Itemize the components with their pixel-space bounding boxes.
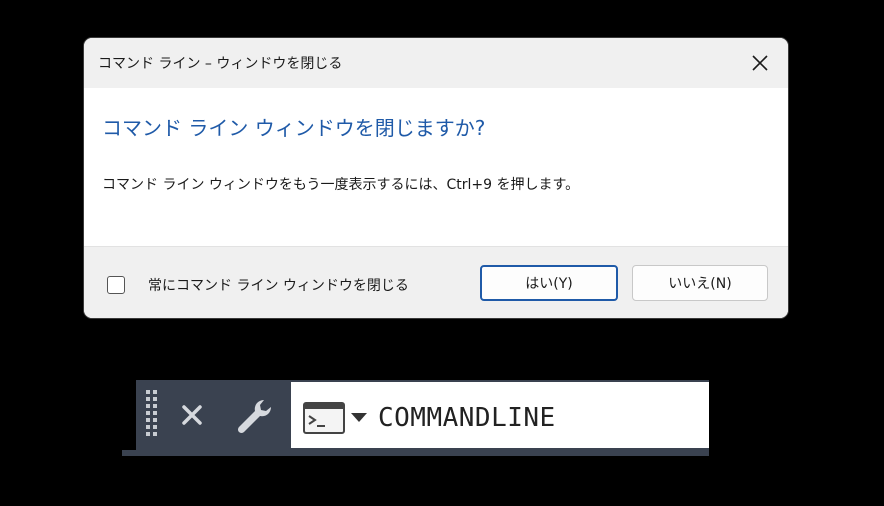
- dialog-heading: コマンド ライン ウィンドウを閉じますか?: [102, 116, 486, 140]
- always-close-checkbox-label[interactable]: 常にコマンド ライン ウィンドウを閉じる: [148, 275, 409, 295]
- grip-icon[interactable]: [146, 390, 160, 438]
- chevron-down-icon[interactable]: [351, 413, 367, 422]
- close-commandline-dialog: コマンド ライン – ウィンドウを閉じる コマンド ライン ウィンドウを閉じます…: [84, 38, 788, 318]
- dialog-title: コマンド ライン – ウィンドウを閉じる: [98, 56, 343, 72]
- close-icon: [752, 55, 768, 71]
- screen: コマンド ライン – ウィンドウを閉じる コマンド ライン ウィンドウを閉じます…: [0, 0, 884, 506]
- dialog-body-text: コマンド ライン ウィンドウをもう一度表示するには、Ctrl+9 を押します。: [102, 177, 580, 193]
- commandline-underline: [122, 450, 709, 456]
- no-button[interactable]: いいえ(N): [632, 265, 768, 301]
- yes-button[interactable]: はい(Y): [480, 265, 618, 301]
- dialog-close-button[interactable]: [740, 47, 780, 79]
- customize-button[interactable]: [232, 396, 276, 436]
- command-input[interactable]: COMMANDLINE: [291, 382, 709, 448]
- close-icon: [182, 405, 202, 425]
- dialog-titlebar: コマンド ライン – ウィンドウを閉じる: [84, 38, 788, 88]
- commandline-close-button[interactable]: [176, 399, 208, 431]
- wrench-icon: [237, 399, 272, 434]
- always-close-checkbox[interactable]: [107, 276, 125, 294]
- terminal-icon[interactable]: [303, 402, 345, 434]
- commandline-bar: COMMANDLINE: [136, 380, 709, 450]
- command-text: COMMANDLINE: [378, 403, 556, 433]
- dialog-footer: 常にコマンド ライン ウィンドウを閉じる はい(Y) いいえ(N): [84, 246, 788, 318]
